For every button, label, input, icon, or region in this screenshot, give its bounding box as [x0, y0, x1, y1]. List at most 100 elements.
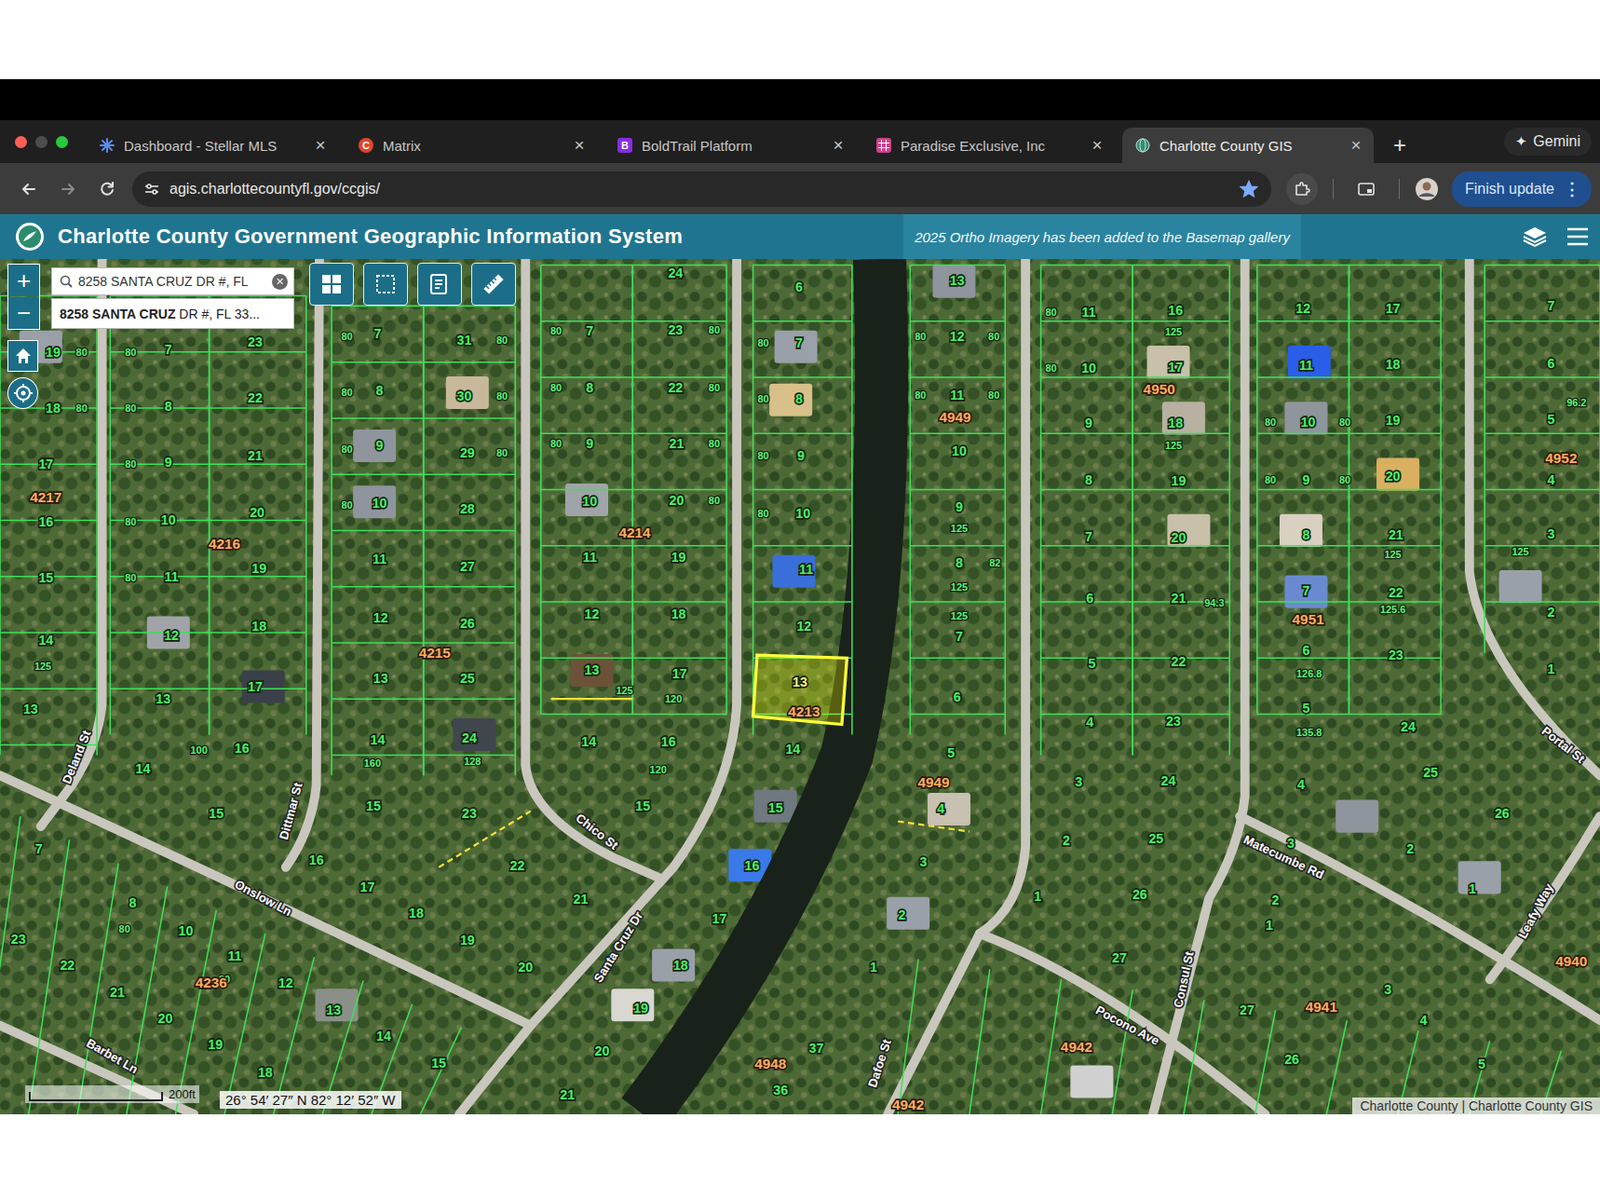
tab-close-button[interactable]: ×: [829, 135, 847, 156]
lot-number: 24: [1161, 772, 1177, 788]
gemini-button[interactable]: ✦Gemini: [1504, 127, 1592, 156]
parcel-boundary: [909, 488, 1005, 491]
lot-number: 23: [11, 931, 27, 947]
browser-tab[interactable]: CMatrix×: [345, 127, 597, 163]
measure-ruler-icon[interactable]: [471, 262, 516, 306]
map[interactable]: 8080808080808012580808080808080808080808…: [0, 258, 1600, 1114]
lot-number: 16: [309, 852, 325, 868]
lot-number: 27: [1239, 1002, 1255, 1017]
parcel-boundary: [126, 886, 168, 1114]
profile-avatar-icon[interactable]: [1414, 176, 1439, 202]
house: [242, 669, 285, 703]
browser-tab[interactable]: Charlotte County GIS×: [1122, 127, 1374, 163]
house: [1147, 345, 1191, 379]
map-canvas[interactable]: 8080808080808012580808080808080808080808…: [0, 258, 1600, 1114]
scale-label: 200ft: [168, 1086, 196, 1101]
address-bar[interactable]: agis.charlottecountyfl.gov/ccgis/: [132, 171, 1272, 207]
house: [1376, 458, 1420, 491]
lot-number: 9: [585, 435, 594, 451]
lot-number: 8: [128, 894, 136, 910]
parcel-boundary: [1257, 488, 1350, 491]
block-number: 4948: [754, 1055, 787, 1072]
block-number: 4236: [195, 974, 228, 990]
forward-icon[interactable]: [50, 171, 86, 207]
tab-close-button[interactable]: ×: [570, 135, 588, 156]
road: [525, 258, 658, 878]
parcel-boundary: [969, 968, 990, 1114]
close-window-icon[interactable]: [14, 135, 28, 149]
block-number: 4942: [1060, 1038, 1093, 1055]
parcel-boundary: [753, 320, 853, 323]
side-panel-icon[interactable]: [1348, 171, 1384, 207]
parcel-boundary: [208, 295, 211, 734]
tab-label: Matrix: [382, 137, 562, 154]
parcel-boundary: [423, 641, 516, 644]
parcel-boundary: [1132, 264, 1230, 267]
street-name: Barbet Ln: [83, 1035, 141, 1077]
basemap-grid-icon[interactable]: [309, 262, 354, 306]
lot-dimension: 80: [1264, 416, 1276, 428]
browser-tab[interactable]: Paradise Exclusive, Inc×: [863, 127, 1115, 163]
zoom-in-button[interactable]: +: [8, 264, 40, 297]
search-input[interactable]: 8258 SANTA CRUZ DR #, FL: [78, 273, 267, 289]
parcel-boundary: [331, 361, 424, 364]
app-title: Charlotte County Government Geographic I…: [57, 224, 683, 249]
finish-update-button[interactable]: Finish update⋮: [1451, 171, 1592, 207]
lot-dimension: 125: [950, 522, 968, 534]
parcel-boundary: [515, 305, 517, 775]
search-box[interactable]: 8258 SANTA CRUZ DR #, FL×: [51, 267, 295, 296]
parcel-boundary: [209, 575, 307, 578]
zoom-out-button[interactable]: −: [8, 297, 40, 329]
tab-close-button[interactable]: ×: [1347, 135, 1365, 156]
site-settings-icon[interactable]: [143, 180, 161, 198]
house: [1499, 569, 1543, 603]
parcel-boundary: [1484, 600, 1600, 603]
reload-icon[interactable]: [89, 171, 125, 207]
lot-dimension: 80: [124, 458, 136, 470]
parcel-boundary: [1348, 600, 1441, 603]
parcel-boundary: [109, 631, 209, 634]
new-tab-button[interactable]: +: [1381, 127, 1419, 163]
lot-number: 11: [1082, 304, 1097, 320]
lot-dimension: 120: [650, 763, 667, 775]
select-area-icon[interactable]: [363, 262, 408, 306]
lot-number: 8: [795, 391, 803, 407]
minimize-window-icon[interactable]: [35, 135, 48, 149]
clear-search-button[interactable]: ×: [271, 273, 288, 290]
lot-number: 21: [1171, 590, 1187, 606]
tab-close-button[interactable]: ×: [311, 135, 329, 156]
bookmark-star-icon[interactable]: [1239, 179, 1259, 199]
lot-number: 22: [667, 379, 683, 395]
zoom-window-icon[interactable]: [55, 135, 68, 149]
browser-tab[interactable]: Dashboard - Stellar MLS×: [86, 127, 339, 163]
lot-dimension: 80: [550, 381, 562, 394]
parcel-boundary: [422, 305, 425, 775]
notice-banner: 2025 Ortho Imagery has been added to the…: [903, 214, 1302, 259]
lot-number: 10: [161, 512, 177, 528]
layers-icon[interactable]: [1521, 223, 1548, 250]
parcel-boundary: [423, 585, 516, 588]
back-icon[interactable]: [11, 171, 47, 207]
notes-icon[interactable]: [417, 262, 462, 306]
home-icon[interactable]: [7, 339, 39, 372]
lot-dimension: 80: [124, 402, 136, 414]
lot-number: 23: [667, 322, 683, 338]
lot-dimension: 80: [757, 337, 769, 349]
tab-close-button[interactable]: ×: [1088, 135, 1106, 156]
parcel-boundary: [1132, 713, 1230, 716]
house: [769, 383, 813, 417]
parcel-boundary: [331, 754, 424, 757]
house: [446, 376, 489, 409]
locate-icon[interactable]: [7, 377, 39, 409]
extensions-icon[interactable]: [1286, 173, 1318, 205]
selected-parcel[interactable]: [753, 654, 848, 724]
house: [651, 949, 695, 982]
lot-dimension: 80: [1264, 474, 1276, 486]
menu-icon[interactable]: [1564, 223, 1591, 250]
search-suggestion[interactable]: 8258 SANTA CRUZ DR #, FL 33...: [51, 298, 295, 329]
browser-tab[interactable]: BBoldTrail Platform×: [604, 127, 856, 163]
lot-number: 12: [796, 618, 812, 634]
parcel-boundary: [909, 264, 1005, 267]
parcel-boundary: [422, 305, 425, 775]
road: [1490, 815, 1600, 979]
